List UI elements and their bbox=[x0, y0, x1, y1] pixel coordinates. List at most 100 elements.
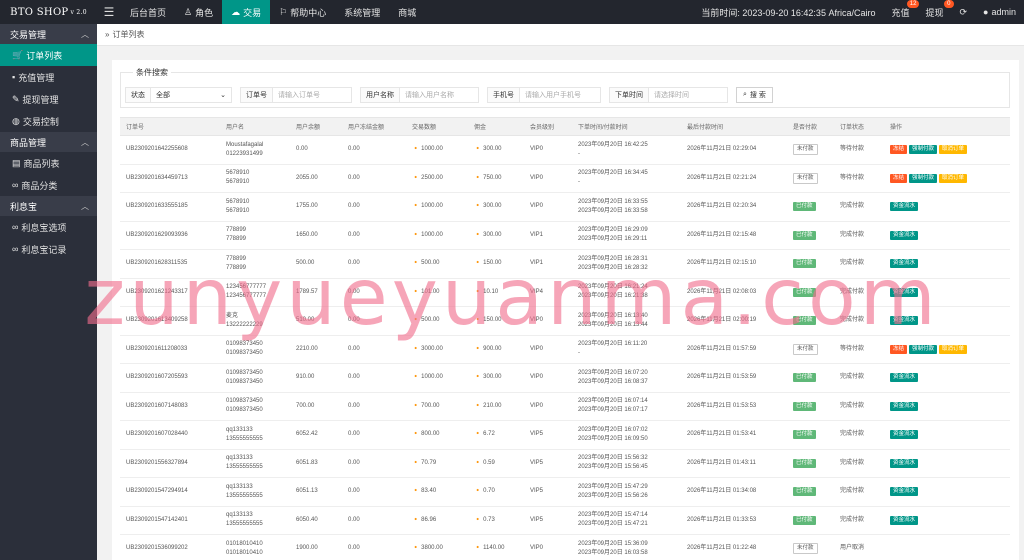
sidebar-group-trade[interactable]: 交易管理 ︿ bbox=[0, 24, 97, 44]
row-action-button[interactable]: 强制付款 bbox=[909, 145, 938, 155]
order-number: UB2309201547294914 bbox=[120, 477, 220, 507]
cloud-icon: ☁ bbox=[231, 6, 241, 17]
nav-item-system[interactable]: 系统管理 bbox=[335, 0, 389, 24]
row-action-button[interactable]: 强制付款 bbox=[909, 173, 938, 183]
search-button[interactable]: ⌕ 搜 索 bbox=[736, 87, 773, 103]
order-time: 2023年09月20日 16:07:02 bbox=[578, 426, 648, 433]
paid-status-badge: 已付款 bbox=[793, 202, 816, 212]
order-status: 完成付款 bbox=[834, 477, 884, 507]
sidebar-item-trade-control[interactable]: ◍ 交易控制 bbox=[0, 110, 97, 132]
last-pay-time: 2026年11月21日 02:21:24 bbox=[681, 164, 787, 193]
order-status: 等待付款 bbox=[834, 135, 884, 165]
order-status: 完成付款 bbox=[834, 392, 884, 421]
commission: 210.00 bbox=[483, 402, 502, 409]
sidebar-item-interest-records[interactable]: ∞ 利息宝记录 bbox=[0, 238, 97, 260]
paid-cell: 已付款 bbox=[787, 221, 834, 250]
row-action-button[interactable]: 冻结 bbox=[890, 344, 908, 354]
user-cell: 778899 778899 bbox=[220, 221, 290, 250]
user-menu[interactable]: ● admin bbox=[975, 0, 1024, 24]
commission-cell: 🔸 1140.00 bbox=[468, 534, 524, 560]
amount-cell: 🔸 2500.00 bbox=[406, 164, 468, 193]
actions-cell: 资金流水 bbox=[884, 306, 1010, 336]
actions-cell: 资金流水 bbox=[884, 420, 1010, 450]
balance: 1650.00 bbox=[290, 221, 342, 250]
order-time: 2023年09月20日 16:07:14 bbox=[578, 398, 648, 405]
sidebar-group-interest[interactable]: 利息宝 ︿ bbox=[0, 196, 97, 216]
nav-item-help[interactable]: ⚐ 帮助中心 bbox=[270, 0, 335, 24]
user-name: 5678910 bbox=[226, 198, 250, 205]
withdraw-link[interactable]: 提现 0 bbox=[917, 0, 954, 24]
commission-cell: 🔸 150.00 bbox=[468, 249, 524, 279]
user-cell: 778899 778899 bbox=[220, 249, 290, 279]
row-action-button[interactable]: 资金流水 bbox=[890, 401, 919, 411]
sidebar-item-goods-list[interactable]: ▤ 商品列表 bbox=[0, 152, 97, 174]
amount-cell: 🔸 3000.00 bbox=[406, 335, 468, 364]
sidebar-item-order-list[interactable]: 🛒 订单列表 bbox=[0, 44, 97, 66]
row-action-button[interactable]: 资金流水 bbox=[890, 515, 919, 525]
coin-icon: 🔸 bbox=[474, 431, 482, 438]
table-row: UB2309201629093936 778899 778899 1650.00 0.0… bbox=[120, 221, 1010, 250]
user-input[interactable]: 请输入用户名称 bbox=[400, 88, 478, 102]
row-action-button[interactable]: 取消订单 bbox=[939, 145, 968, 155]
order-input[interactable]: 请输入订单号 bbox=[273, 88, 351, 102]
row-action-button[interactable]: 资金流水 bbox=[890, 487, 919, 497]
row-action-button[interactable]: 取消订单 bbox=[939, 173, 968, 183]
col-header: 用户余额 bbox=[290, 117, 342, 136]
menu-toggle-icon[interactable]: ☰ bbox=[97, 5, 121, 19]
row-action-button[interactable]: 资金流水 bbox=[890, 230, 919, 240]
row-action-button[interactable]: 资金流水 bbox=[890, 373, 919, 383]
amount: 101.00 bbox=[421, 288, 440, 295]
order-times: 2023年09月20日 16:11:20 - bbox=[572, 335, 681, 364]
row-action-button[interactable]: 强制付款 bbox=[909, 344, 938, 354]
row-action-button[interactable]: 取消订单 bbox=[939, 344, 968, 354]
user-phone: 123456777777 bbox=[226, 293, 267, 300]
last-pay-time: 2026年11月21日 02:29:04 bbox=[681, 135, 787, 165]
nav-item-home[interactable]: 后台首页 bbox=[121, 0, 175, 24]
order-status: 完成付款 bbox=[834, 506, 884, 535]
coin-icon: 🔸 bbox=[412, 516, 420, 523]
table-row: UB2309201621243317 123456777777 1234567777… bbox=[120, 278, 1010, 307]
balance: 700.00 bbox=[290, 392, 342, 421]
refresh-icon[interactable]: ⟳ bbox=[952, 0, 976, 24]
row-action-button[interactable]: 资金流水 bbox=[890, 316, 919, 326]
commission-cell: 🔸 0.70 bbox=[468, 477, 524, 507]
nav-item-trade[interactable]: ☁ 交易 bbox=[222, 0, 271, 24]
order-status: 完成付款 bbox=[834, 192, 884, 222]
nav-item-role[interactable]: ♙ 角色 bbox=[175, 0, 222, 24]
order-times: 2023年09月20日 16:07:02 2023年09月20日 16:09:50 bbox=[572, 420, 681, 450]
amount: 1000.00 bbox=[421, 146, 443, 153]
sidebar-item-recharge[interactable]: ▪ 充值管理 bbox=[0, 66, 97, 88]
pay-time: - bbox=[578, 150, 580, 157]
sidebar-item-interest-options[interactable]: ∞ 利息宝选项 bbox=[0, 216, 97, 238]
order-time: 2023年09月20日 16:42:25 bbox=[578, 141, 648, 148]
order-times: 2023年09月20日 16:42:25 - bbox=[572, 135, 681, 165]
row-action-button[interactable]: 资金流水 bbox=[890, 430, 919, 440]
coin-icon: 🔸 bbox=[412, 374, 420, 381]
user-cell: 01098373450 01098373450 bbox=[220, 363, 290, 393]
sidebar-group-goods[interactable]: 商品管理 ︿ bbox=[0, 132, 97, 152]
row-action-button[interactable]: 资金流水 bbox=[890, 202, 919, 212]
order-times: 2023年09月20日 16:21:24 2023年09月20日 16:21:38 bbox=[572, 278, 681, 307]
order-number: UB2309201629093936 bbox=[120, 221, 220, 250]
row-action-button[interactable]: 冻结 bbox=[890, 173, 908, 183]
order-times: 2023年09月20日 15:56:32 2023年09月20日 15:56:45 bbox=[572, 449, 681, 478]
user-phone: 5678910 bbox=[226, 207, 250, 214]
row-action-button[interactable]: 资金流水 bbox=[890, 287, 919, 297]
recharge-link[interactable]: 充值 12 bbox=[883, 0, 920, 24]
user-cell: 5678910 5678910 bbox=[220, 192, 290, 222]
status-select[interactable]: 全部 ⌄ bbox=[151, 88, 231, 102]
sidebar-item-label: 商品分类 bbox=[21, 180, 58, 191]
amount-cell: 🔸 700.00 bbox=[406, 392, 468, 421]
last-pay-time: 2026年11月21日 02:00:19 bbox=[681, 306, 787, 336]
time-input[interactable]: 请选择时间 bbox=[649, 88, 727, 102]
nav-item-mall[interactable]: 商城 bbox=[389, 0, 425, 24]
sidebar-item-withdraw[interactable]: ✎ 提现管理 bbox=[0, 88, 97, 110]
row-action-button[interactable]: 资金流水 bbox=[890, 458, 919, 468]
order-number: UB2309201607205593 bbox=[120, 363, 220, 393]
row-action-button[interactable]: 冻结 bbox=[890, 145, 908, 155]
brand-logo[interactable]: BTO SHOP v 2.0 bbox=[0, 0, 97, 24]
phone-input[interactable]: 请输入用户手机号 bbox=[520, 88, 600, 102]
sidebar-item-goods-category[interactable]: ∞ 商品分类 bbox=[0, 174, 97, 196]
row-action-button[interactable]: 资金流水 bbox=[890, 259, 919, 269]
commission: 300.00 bbox=[483, 374, 502, 381]
